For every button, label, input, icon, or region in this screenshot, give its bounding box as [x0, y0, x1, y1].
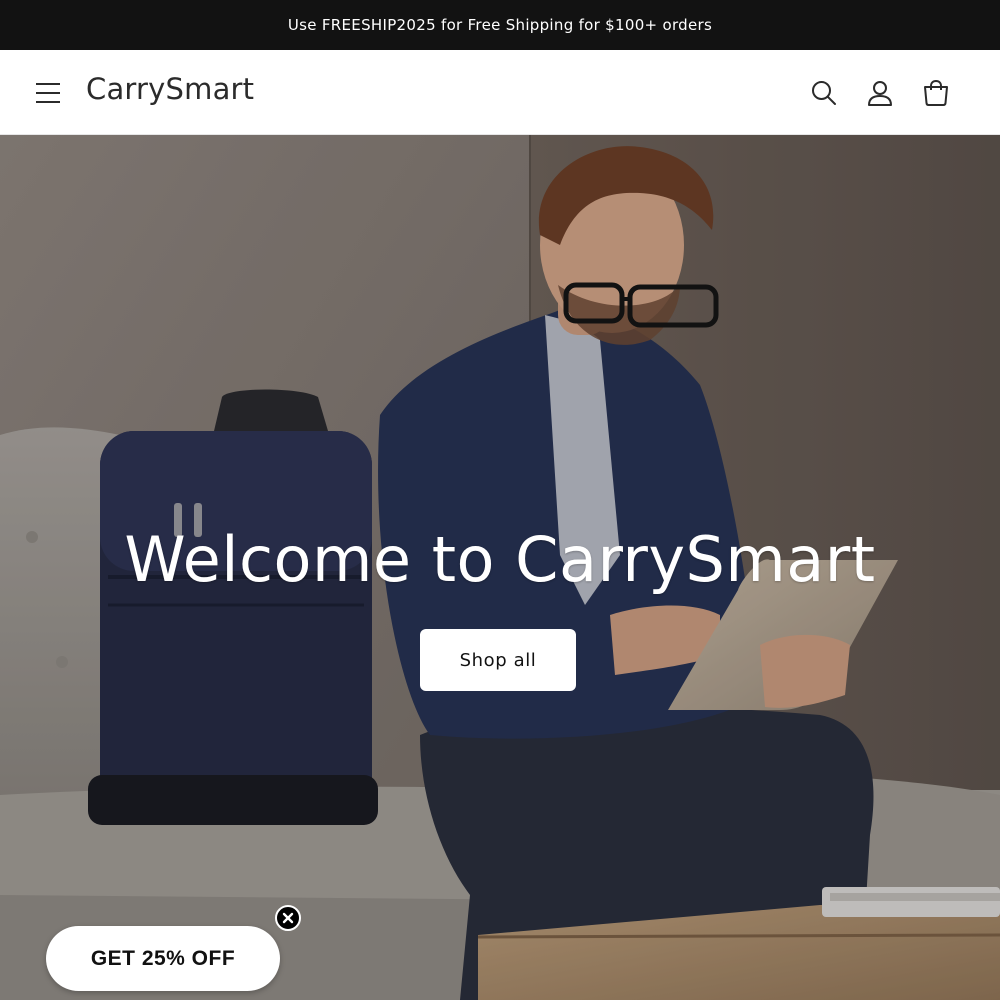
account-button[interactable] [861, 74, 899, 112]
cart-icon [924, 79, 948, 106]
hero-banner: Welcome to CarrySmart Shop all [0, 135, 1000, 1000]
promo-close-button[interactable] [275, 905, 301, 931]
account-icon [868, 81, 892, 106]
announcement-bar: Use FREESHIP2025 for Free Shipping for $… [0, 0, 1000, 50]
discount-promo-button[interactable]: GET 25% OFF [46, 926, 280, 991]
site-header: CarrySmart [0, 50, 1000, 135]
cart-button[interactable] [917, 74, 955, 112]
close-icon [282, 912, 294, 924]
site-logo[interactable]: CarrySmart [86, 72, 254, 106]
hamburger-menu-icon [36, 83, 60, 103]
shop-all-button[interactable]: Shop all [420, 629, 576, 691]
hero-title: Welcome to CarrySmart [124, 523, 876, 596]
search-icon [812, 81, 836, 105]
search-button[interactable] [805, 74, 843, 112]
menu-button[interactable] [30, 75, 66, 111]
announcement-text: Use FREESHIP2025 for Free Shipping for $… [287, 16, 713, 34]
